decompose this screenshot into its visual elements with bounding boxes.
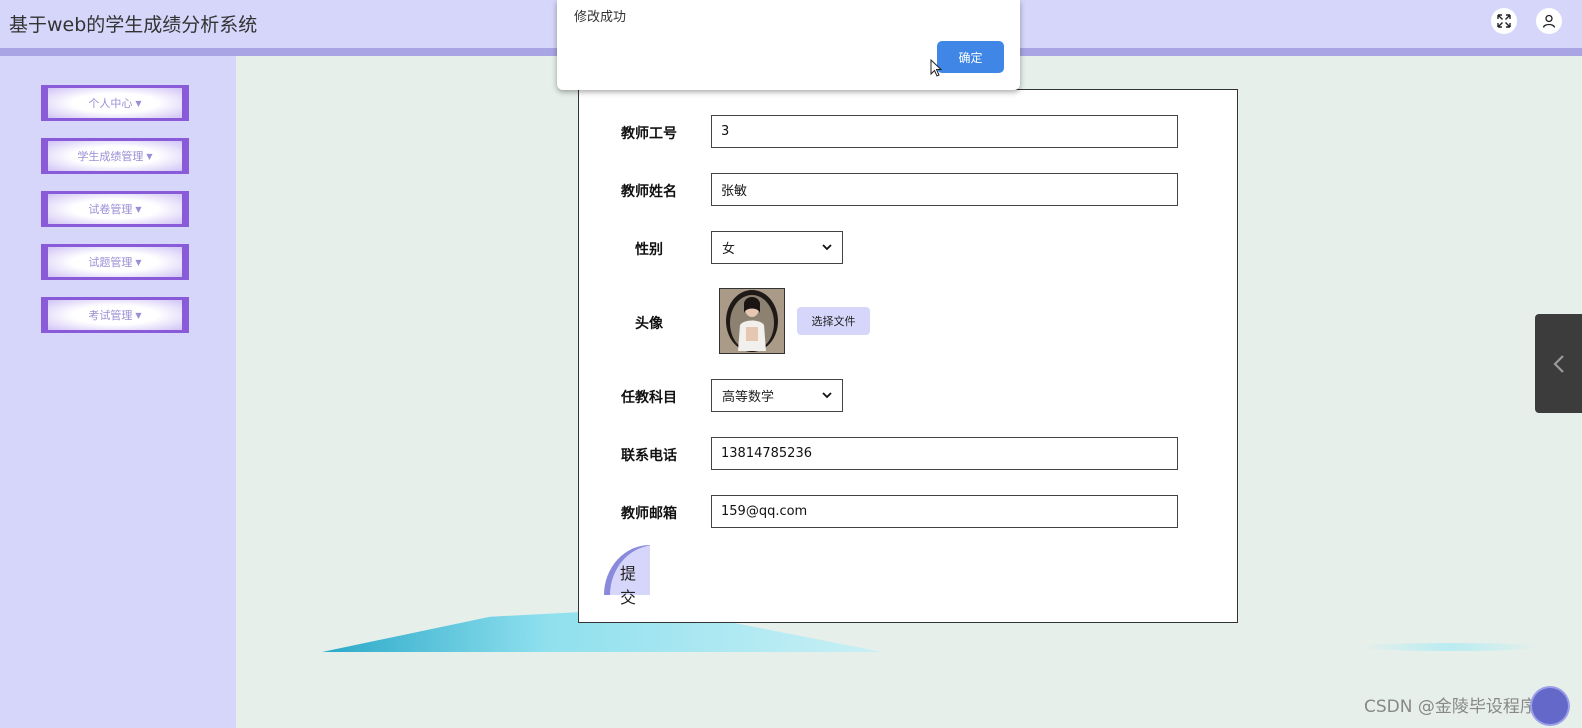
subject-label: 任教科目 [621, 390, 677, 406]
sidebar-item-label: 个人中心 [88, 97, 133, 110]
sidebar-item-score-management[interactable]: 学生成绩管理 ▼ [41, 138, 189, 174]
sidebar-item-paper-management[interactable]: 试卷管理 ▼ [41, 191, 189, 227]
sidebar-item-label: 试题管理 [88, 256, 133, 269]
mouse-cursor-icon [930, 59, 942, 77]
gender-select[interactable]: 女 [711, 231, 843, 264]
gender-label: 性别 [635, 242, 663, 258]
sidebar-item-label: 学生成绩管理 [77, 150, 144, 163]
submit-button[interactable]: 提交 [604, 545, 650, 607]
subject-select-value: 高等数学 [722, 390, 775, 405]
submit-button-label: 提交 [620, 564, 637, 607]
sidebar: 个人中心 ▼ 学生成绩管理 ▼ 试卷管理 ▼ 试题管理 ▼ 考试管理 ▼ [0, 56, 236, 728]
sidebar-item-personal-center[interactable]: 个人中心 ▼ [41, 85, 189, 121]
sidebar-item-label: 试卷管理 [88, 203, 133, 216]
chevron-down-icon [822, 392, 832, 399]
sidebar-item-exam-management[interactable]: 考试管理 ▼ [41, 297, 189, 333]
side-collapse-tab[interactable] [1535, 314, 1582, 413]
subject-select[interactable]: 高等数学 [711, 379, 843, 412]
sidebar-item-label: 考试管理 [88, 309, 133, 322]
phone-input[interactable] [711, 437, 1178, 470]
chevron-left-icon [1553, 355, 1564, 373]
teacher-name-input[interactable] [711, 173, 1178, 206]
alert-dialog: 修改成功 确定 [557, 0, 1020, 90]
floating-help-button[interactable] [1532, 688, 1568, 724]
expand-icon[interactable] [1491, 8, 1517, 34]
email-label: 教师邮箱 [621, 506, 677, 522]
teacher-id-input[interactable] [711, 115, 1178, 148]
caret-down-icon: ▼ [135, 257, 142, 267]
teacher-id-label: 教师工号 [621, 126, 677, 142]
app-title: 基于web的学生成绩分析系统 [9, 14, 258, 36]
gender-select-value: 女 [722, 242, 736, 257]
decorative-wave [1360, 643, 1540, 651]
user-icon[interactable] [1536, 8, 1562, 34]
sidebar-item-question-management[interactable]: 试题管理 ▼ [41, 244, 189, 280]
phone-label: 联系电话 [621, 448, 677, 464]
caret-down-icon: ▼ [146, 151, 153, 161]
dialog-ok-button[interactable]: 确定 [937, 41, 1004, 73]
teacher-profile-form: 教师工号 教师姓名 性别 女 头像 选择文件 任教科目 高等数学 联系电话 教师… [578, 89, 1238, 623]
teacher-name-label: 教师姓名 [621, 184, 677, 200]
email-input[interactable] [711, 495, 1178, 528]
watermark: CSDN @金陵毕设程序 [1364, 697, 1537, 717]
choose-file-button[interactable]: 选择文件 [797, 307, 870, 335]
caret-down-icon: ▼ [135, 98, 142, 108]
chevron-down-icon [822, 244, 832, 251]
caret-down-icon: ▼ [135, 204, 142, 214]
avatar-image [719, 288, 785, 354]
dialog-message: 修改成功 [574, 10, 627, 25]
caret-down-icon: ▼ [135, 310, 142, 320]
avatar-label: 头像 [635, 316, 663, 332]
